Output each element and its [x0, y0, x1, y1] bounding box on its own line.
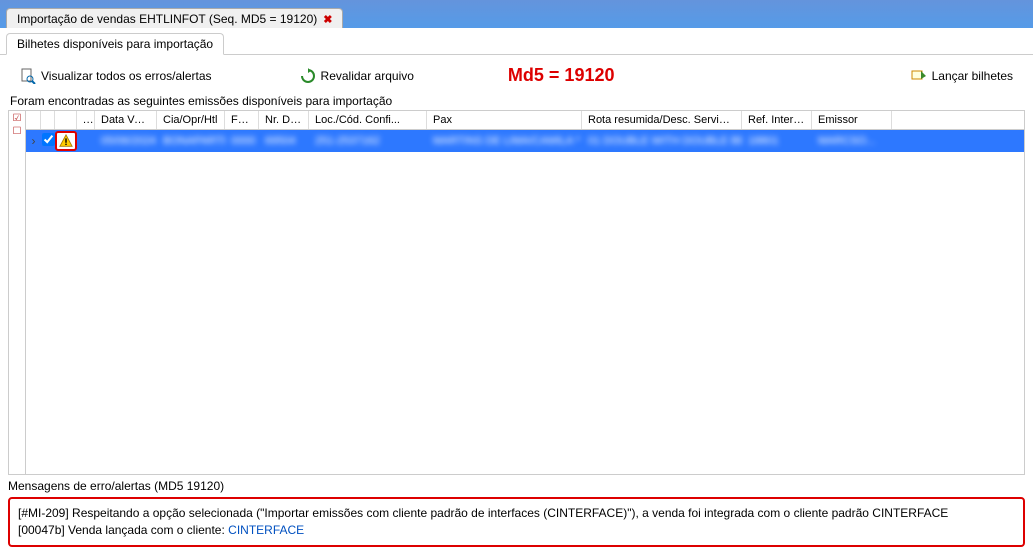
- revalidate-button[interactable]: Revalidar arquivo: [296, 66, 418, 86]
- refresh-icon: [300, 68, 316, 84]
- warning-highlight: [55, 131, 77, 151]
- cell-pax: MARTINS DE LIMA/CAMILA *: [427, 133, 582, 149]
- col-dots[interactable]: ...: [77, 111, 95, 129]
- cell-form: 0000: [225, 133, 259, 149]
- col-nr-doc[interactable]: Nr. Doc.: [259, 111, 309, 129]
- cell-nr-doc: 69504: [259, 133, 309, 149]
- messages-panel-label: Mensagens de erro/alertas (MD5 19120): [0, 475, 1033, 495]
- col-expand[interactable]: [26, 111, 41, 129]
- sub-tabbar: Bilhetes disponíveis para importação: [0, 28, 1033, 55]
- client-link[interactable]: CINTERFACE: [228, 523, 304, 537]
- expand-toggle[interactable]: ›: [26, 134, 41, 148]
- col-data-venda[interactable]: Data Venda: [95, 111, 157, 129]
- col-cia[interactable]: Cia/Opr/Htl: [157, 111, 225, 129]
- col-pax[interactable]: Pax: [427, 111, 582, 129]
- row-status: [55, 131, 77, 151]
- col-loc[interactable]: Loc./Cód. Confi...: [309, 111, 427, 129]
- ticket-icon: [911, 68, 927, 84]
- col-ref[interactable]: Ref. Interf...: [742, 111, 812, 129]
- cell-dots: [77, 139, 95, 143]
- cell-loc: 251-2537162: [309, 133, 427, 149]
- cell-data-venda: 05/06/2024: [95, 133, 157, 149]
- tab-bilhetes[interactable]: Bilhetes disponíveis para importação: [6, 33, 224, 55]
- warning-icon: [59, 134, 73, 148]
- message-line-2: [00047b] Venda lançada com o cliente: CI…: [18, 522, 1015, 539]
- row-checkbox[interactable]: [41, 133, 55, 149]
- table-row[interactable]: › 05/06/2024 BONAPARTE 0000 69504 251-25…: [26, 130, 1024, 152]
- section-found-label: Foram encontradas as seguintes emissões …: [0, 92, 1033, 110]
- toolbar: Visualizar todos os erros/alertas Revali…: [0, 55, 1033, 92]
- window-title: Importação de vendas EHTLINFOT (Seq. MD5…: [17, 12, 317, 26]
- col-check[interactable]: [41, 111, 55, 129]
- window-title-tab: Importação de vendas EHTLINFOT (Seq. MD5…: [6, 8, 343, 29]
- document-search-icon: [20, 68, 36, 84]
- grid-body: › 05/06/2024 BONAPARTE 0000 69504 251-25…: [26, 130, 1024, 474]
- col-form[interactable]: Form: [225, 111, 259, 129]
- cell-rota: 01 DOUBLE WITH DOUBLE BE...: [582, 133, 742, 149]
- cell-emissor: MARCSO...: [812, 133, 892, 149]
- messages-box: [#MI-209] Respeitando a opção selecionad…: [8, 497, 1025, 547]
- md5-label: Md5 = 19120: [508, 65, 615, 86]
- col-emissor[interactable]: Emissor: [812, 111, 892, 129]
- message-line-1: [#MI-209] Respeitando a opção selecionad…: [18, 505, 1015, 522]
- close-icon[interactable]: ✖: [323, 13, 332, 26]
- view-errors-button[interactable]: Visualizar todos os erros/alertas: [16, 66, 216, 86]
- cell-cia: BONAPARTE: [157, 133, 225, 149]
- col-status[interactable]: [55, 111, 77, 129]
- cell-ref: 18801: [742, 133, 812, 149]
- window-titlebar: Importação de vendas EHTLINFOT (Seq. MD5…: [0, 0, 1033, 28]
- grid-gutter: ☑ ☐: [9, 111, 26, 474]
- grid-header: ... Data Venda Cia/Opr/Htl Form Nr. Doc.…: [26, 111, 1024, 130]
- gutter-uncheck-icon[interactable]: ☐: [13, 126, 22, 137]
- grid-container: ☑ ☐ ... Data Venda Cia/Opr/Htl Form Nr. …: [8, 110, 1025, 475]
- gutter-check-icon[interactable]: ☑: [13, 113, 22, 124]
- launch-button[interactable]: Lançar bilhetes: [907, 66, 1017, 86]
- col-rota[interactable]: Rota resumida/Desc. Serviços: [582, 111, 742, 129]
